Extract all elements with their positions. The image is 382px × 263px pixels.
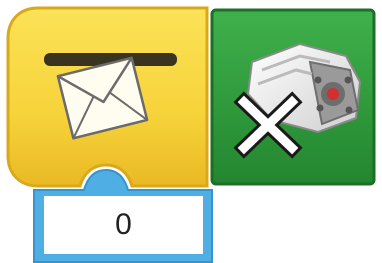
stop-motor-block[interactable]	[210, 8, 376, 186]
message-value-field[interactable]: 0	[44, 193, 203, 257]
